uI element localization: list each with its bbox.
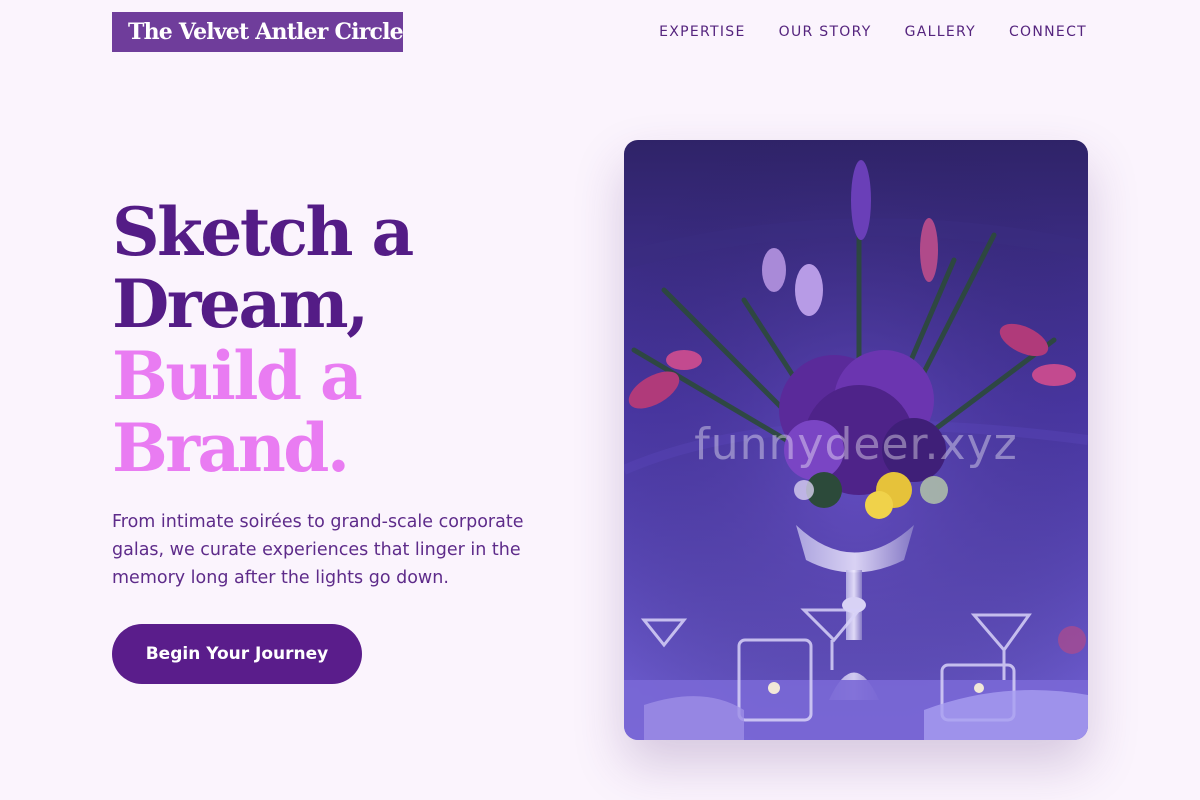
headline-line-2: Dream, (112, 265, 369, 343)
headline-line-3: Build a (112, 337, 363, 415)
nav-link-our-story[interactable]: OUR STORY (779, 22, 872, 42)
begin-journey-button[interactable]: Begin Your Journey (112, 624, 362, 684)
main-nav: EXPERTISE OUR STORY GALLERY CONNECT (659, 22, 1087, 42)
brand-logo[interactable]: The Velvet Antler Circle (112, 12, 404, 52)
headline-line-1: Sketch a (112, 193, 414, 271)
hero-photo-floral-centerpiece: funnydeer.xyz (624, 140, 1088, 740)
nav-link-connect[interactable]: CONNECT (1009, 22, 1087, 42)
hero-description: From intimate soirées to grand-scale cor… (112, 512, 524, 588)
nav-link-gallery[interactable]: GALLERY (905, 22, 976, 42)
nav-link-expertise[interactable]: EXPERTISE (659, 22, 746, 42)
hero-headline: Sketch a Dream, Build a Brand. (112, 193, 414, 487)
headline-line-4: Brand. (112, 409, 350, 487)
image-watermark: funnydeer.xyz (694, 419, 1018, 470)
